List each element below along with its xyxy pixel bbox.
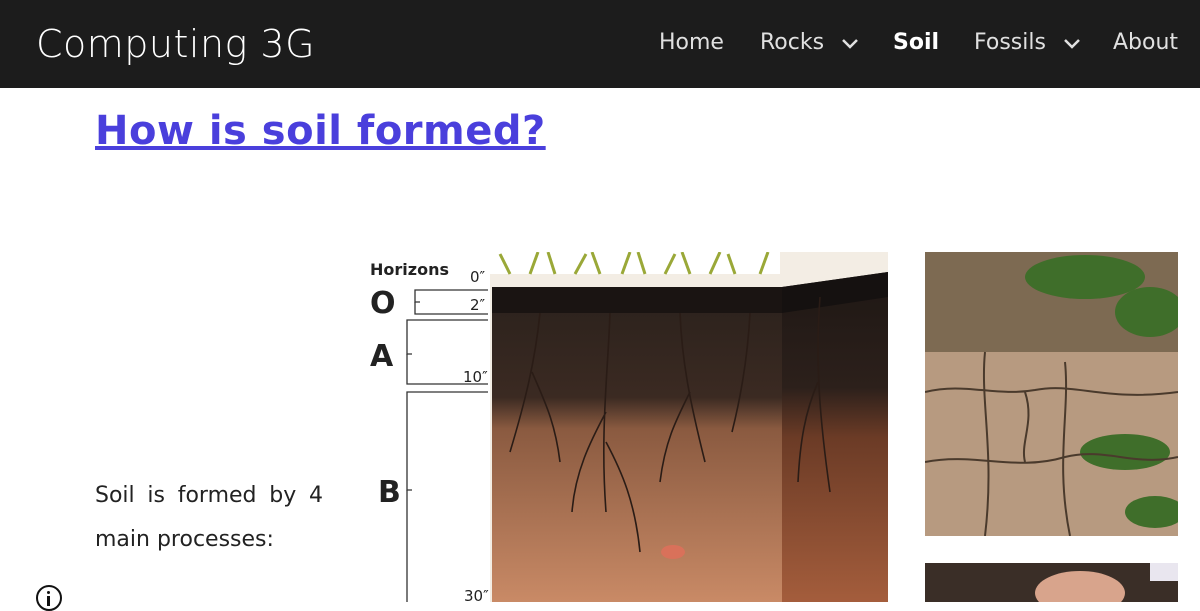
nav-item-label: Soil (893, 30, 940, 55)
chevron-down-icon[interactable] (841, 31, 859, 56)
nav-item-fossils[interactable]: Fossils (974, 30, 1081, 56)
chevron-down-icon[interactable] (1063, 31, 1081, 56)
cracked-soil-photo (925, 252, 1178, 536)
body-paragraph: Soil is formed by 4 main processes: (95, 483, 323, 552)
nav-item-label: Home (659, 30, 724, 55)
cracked-soil-image (925, 252, 1178, 536)
horizons-label: Horizons (370, 260, 449, 279)
depth-label-10: 10″ (463, 368, 488, 386)
hands-soil-image (925, 563, 1178, 602)
nav-item-rocks[interactable]: Rocks (760, 30, 859, 56)
site-title[interactable]: Computing 3G (36, 22, 315, 66)
hands-soil-photo (925, 563, 1178, 602)
horizon-a-label: A (370, 339, 394, 374)
nav-item-label: Fossils (974, 30, 1046, 55)
nav-item-soil[interactable]: Soil (893, 30, 939, 55)
info-icon[interactable] (36, 585, 62, 611)
nav-item-label: Rocks (760, 30, 825, 55)
nav-item-home[interactable]: Home (659, 30, 724, 55)
nav-item-about[interactable]: About (1113, 30, 1178, 55)
soil-profile-illustration: Horizons O A B 0″ 2″ 10″ 30″ (370, 252, 888, 602)
horizon-b-label: B (378, 475, 401, 510)
soil-horizon-diagram: Horizons O A B 0″ 2″ 10″ 30″ (360, 252, 900, 602)
depth-label-0: 0″ (470, 268, 486, 286)
nav-item-label: About (1113, 30, 1179, 55)
depth-label-2: 2″ (470, 296, 486, 314)
page-heading-link[interactable]: How is soil formed? (95, 108, 546, 154)
site-header: Computing 3G Home Rocks Soil Fossils Abo… (0, 0, 1200, 88)
horizon-o-label: O (370, 286, 396, 321)
depth-label-30: 30″ (464, 587, 489, 602)
